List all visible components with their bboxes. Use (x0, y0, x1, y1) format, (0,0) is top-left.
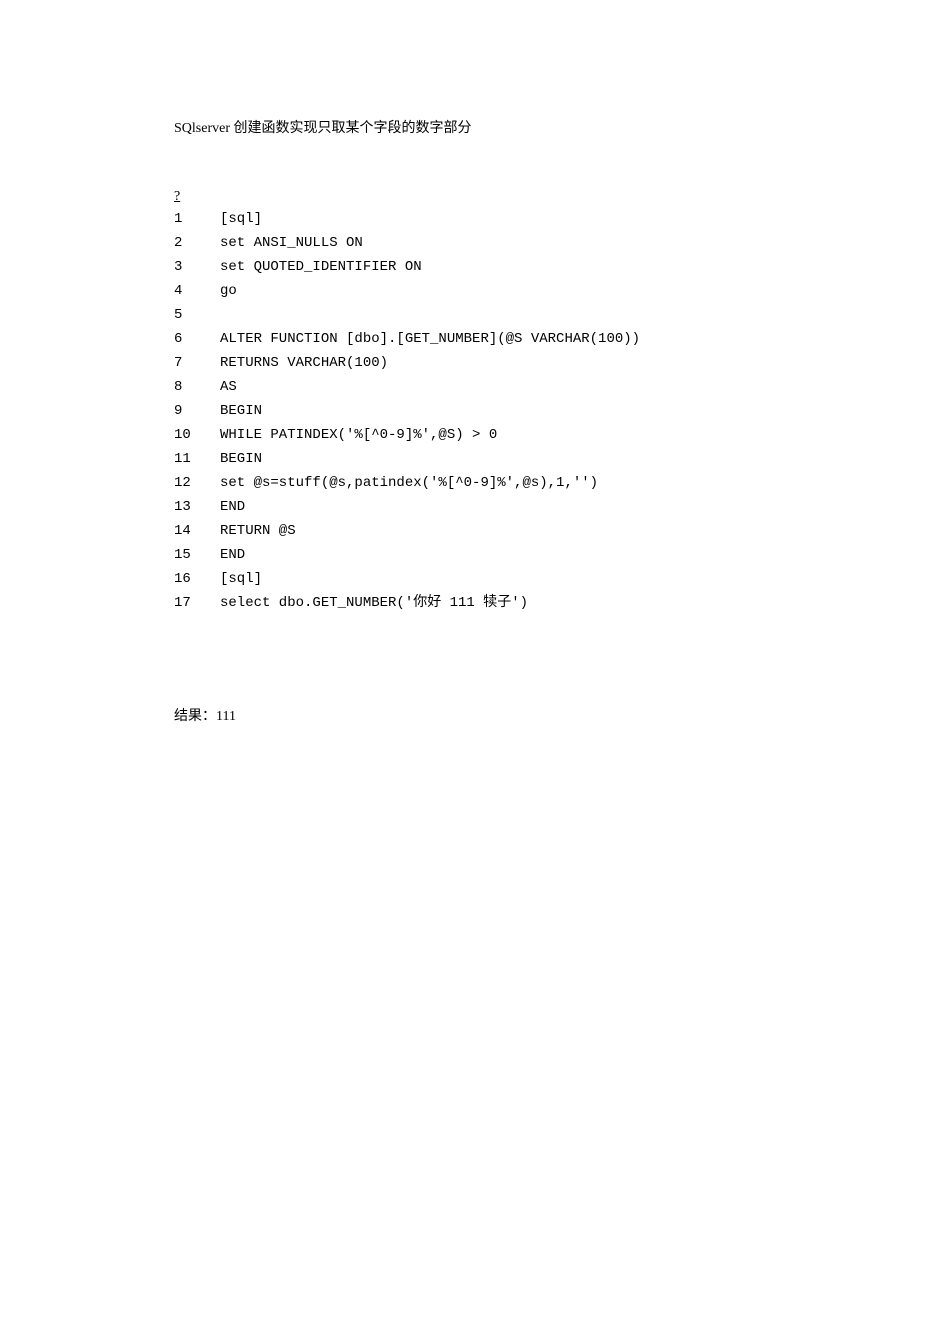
code-line: 12 set @s=stuff(@s,patindex('%[^0-9]%',@… (174, 471, 640, 495)
code-block: 1 [sql] 2 set ANSI_NULLS ON 3 set QUOTED… (174, 207, 640, 615)
code-line: 7 RETURNS VARCHAR(100) (174, 351, 640, 375)
line-number: 1 (174, 207, 220, 231)
code-text: set ANSI_NULLS ON (220, 231, 640, 255)
code-text: WHILE PATINDEX('%[^0-9]%',@S) > 0 (220, 423, 640, 447)
code-text: go (220, 279, 640, 303)
line-number: 16 (174, 567, 220, 591)
line-number: 15 (174, 543, 220, 567)
code-line: 10 WHILE PATINDEX('%[^0-9]%',@S) > 0 (174, 423, 640, 447)
code-text: RETURN @S (220, 519, 640, 543)
code-text: set QUOTED_IDENTIFIER ON (220, 255, 640, 279)
code-line: 4 go (174, 279, 640, 303)
line-number: 10 (174, 423, 220, 447)
code-text: [sql] (220, 567, 640, 591)
line-number: 4 (174, 279, 220, 303)
code-text: AS (220, 375, 640, 399)
code-text: [sql] (220, 207, 640, 231)
code-text: ALTER FUNCTION [dbo].[GET_NUMBER](@S VAR… (220, 327, 640, 351)
code-text: RETURNS VARCHAR(100) (220, 351, 640, 375)
line-number: 5 (174, 303, 220, 327)
line-number: 9 (174, 399, 220, 423)
code-line: 13 END (174, 495, 640, 519)
code-line: 5 (174, 303, 640, 327)
line-number: 13 (174, 495, 220, 519)
line-number: 12 (174, 471, 220, 495)
page-title: SQlserver 创建函数实现只取某个字段的数字部分 (174, 118, 865, 139)
code-line: 9 BEGIN (174, 399, 640, 423)
code-line: 3 set QUOTED_IDENTIFIER ON (174, 255, 640, 279)
code-line: 6 ALTER FUNCTION [dbo].[GET_NUMBER](@S V… (174, 327, 640, 351)
code-line: 8 AS (174, 375, 640, 399)
question-mark: ? (174, 189, 865, 205)
code-text: set @s=stuff(@s,patindex('%[^0-9]%',@s),… (220, 471, 640, 495)
code-text: BEGIN (220, 399, 640, 423)
line-number: 11 (174, 447, 220, 471)
line-number: 17 (174, 591, 220, 615)
code-text: END (220, 495, 640, 519)
document-page: SQlserver 创建函数实现只取某个字段的数字部分 ? 1 [sql] 2 … (0, 0, 945, 805)
code-text: select dbo.GET_NUMBER('你好 111 犊子') (220, 591, 640, 615)
code-line: 2 set ANSI_NULLS ON (174, 231, 640, 255)
code-line: 1 [sql] (174, 207, 640, 231)
code-text (220, 303, 640, 327)
line-number: 8 (174, 375, 220, 399)
code-line: 14 RETURN @S (174, 519, 640, 543)
code-line: 11 BEGIN (174, 447, 640, 471)
code-text: BEGIN (220, 447, 640, 471)
line-number: 14 (174, 519, 220, 543)
code-line: 15 END (174, 543, 640, 567)
code-text: END (220, 543, 640, 567)
line-number: 6 (174, 327, 220, 351)
line-number: 7 (174, 351, 220, 375)
line-number: 3 (174, 255, 220, 279)
code-line: 16 [sql] (174, 567, 640, 591)
line-number: 2 (174, 231, 220, 255)
code-line: 17 select dbo.GET_NUMBER('你好 111 犊子') (174, 591, 640, 615)
result-text: 结果：111 (174, 705, 865, 725)
